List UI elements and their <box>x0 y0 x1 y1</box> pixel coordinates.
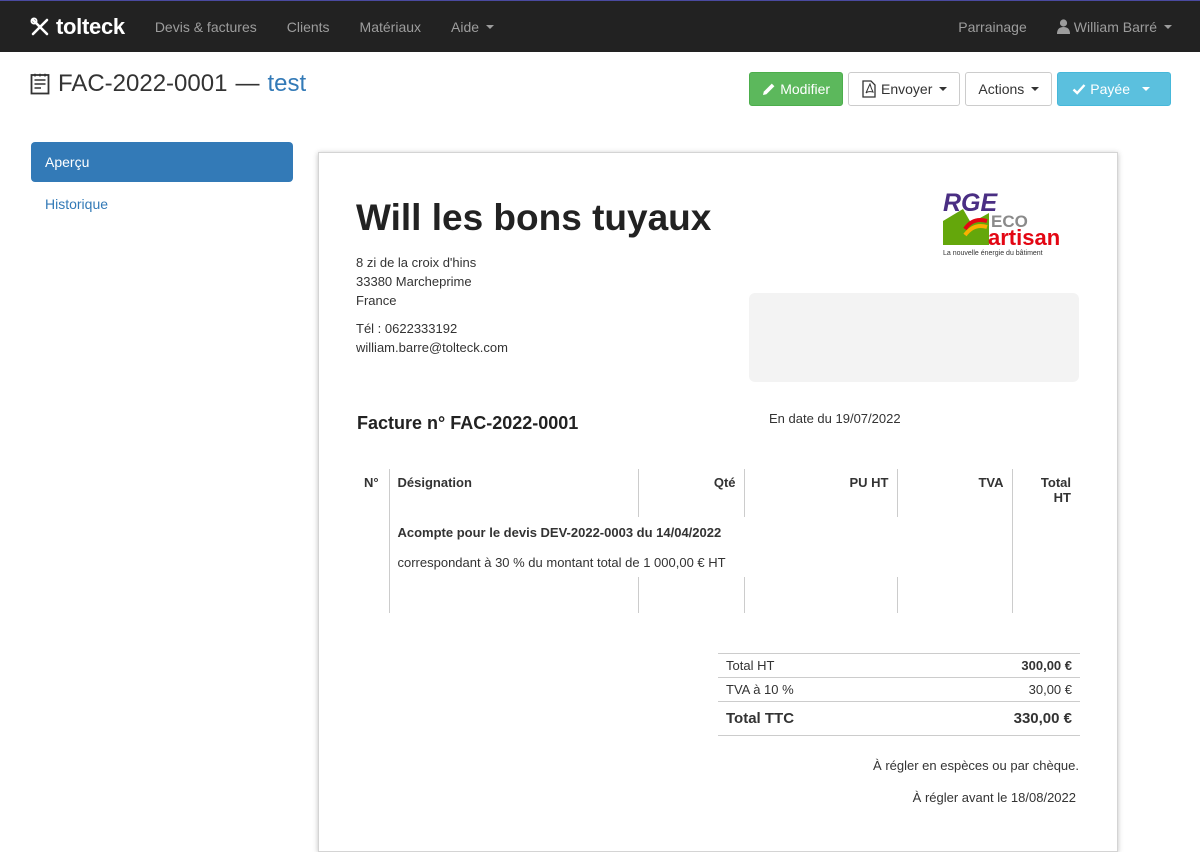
caret-down-icon <box>486 24 495 29</box>
send-button[interactable]: Envoyer <box>848 72 961 106</box>
nav-label: Devis & factures <box>154 18 257 35</box>
table-header-row: N° Désignation Qté PU HT TVA Total HT <box>356 469 1079 517</box>
address-line: 33380 Marcheprime <box>356 274 472 289</box>
col-total-ht: Total HT <box>1011 469 1079 517</box>
user-menu[interactable]: William Barré <box>1056 18 1172 35</box>
total-ttc-label: Total TTC <box>718 701 911 736</box>
document-name-link[interactable]: test <box>267 70 306 98</box>
sidebar: Aperçu Historique <box>31 142 293 224</box>
rge-eco-artisan-logo: RGE ECO artisan La nouvelle énergie du b… <box>943 189 1060 257</box>
page-title: FAC-2022-0001 — test <box>30 70 306 98</box>
col-designation: Désignation <box>388 469 638 517</box>
logo-tagline: La nouvelle énergie du bâtiment <box>943 250 1043 257</box>
nav-label: Matériaux <box>359 18 422 35</box>
line-title: Acompte pour le devis DEV-2022-0003 du 1… <box>388 517 1012 547</box>
total-ht-label: Total HT <box>718 653 911 678</box>
caret-down-icon <box>1164 24 1172 29</box>
nav-label: Clients <box>286 18 330 35</box>
brand-logo[interactable]: tolteck <box>30 14 125 40</box>
user-name: William Barré <box>1073 18 1157 35</box>
col-quantity: Qté <box>637 469 744 517</box>
edit-label: Modifier <box>780 81 831 97</box>
sidebar-item-label: Aperçu <box>45 154 90 170</box>
company-phone: Tél : 0622333192 <box>356 321 458 336</box>
actions-label: Actions <box>978 81 1025 97</box>
address-line: France <box>356 293 397 308</box>
paid-status-dropdown[interactable]: Payée <box>1057 72 1171 106</box>
payment-due-date: À régler avant le 18/08/2022 <box>912 790 1076 805</box>
table-row: correspondant à 30 % du montant total de… <box>356 547 1079 577</box>
user-icon <box>1056 19 1070 34</box>
address-line: 8 zi de la croix d'hins <box>356 255 477 270</box>
company-address: 8 zi de la croix d'hins 33380 Marcheprim… <box>356 253 476 310</box>
company-email: william.barre@tolteck.com <box>356 340 508 355</box>
caret-down-icon <box>1142 87 1150 91</box>
vat-row: TVA à 10 % 30,00 € <box>718 677 1080 702</box>
brand-name: tolteck <box>56 13 125 39</box>
totals-table: Total HT 300,00 € TVA à 10 % 30,00 € Tot… <box>718 653 1080 736</box>
company-name: Will les bons tuyaux <box>356 197 712 238</box>
invoice-date: En date du 19/07/2022 <box>769 411 901 426</box>
invoice-icon <box>30 73 50 95</box>
line-description: correspondant à 30 % du montant total de… <box>388 547 1012 577</box>
nav-label: Aide <box>451 18 480 35</box>
status-label: Payée <box>1090 81 1130 97</box>
invoice-title: Facture n° FAC-2022-0001 <box>357 413 579 433</box>
nav-materials[interactable]: Matériaux <box>360 19 421 35</box>
edit-button[interactable]: Modifier <box>749 72 844 106</box>
send-label: Envoyer <box>881 81 933 97</box>
table-row: Acompte pour le devis DEV-2022-0003 du 1… <box>356 517 1079 547</box>
nav-help-dropdown[interactable]: Aide <box>451 18 495 35</box>
check-icon <box>1072 84 1086 95</box>
caret-down-icon <box>1031 87 1040 91</box>
nav-clients[interactable]: Clients <box>287 19 330 35</box>
sidebar-item-history[interactable]: Historique <box>31 184 293 224</box>
total-ht-row: Total HT 300,00 € <box>718 653 1080 678</box>
document-number: FAC-2022-0001 <box>58 70 228 97</box>
vat-label: TVA à 10 % <box>718 677 911 702</box>
tools-icon <box>30 17 49 35</box>
company-contact: Tél : 0622333192 william.barre@tolteck.c… <box>356 319 508 357</box>
nav-sponsorship[interactable]: Parrainage <box>958 19 1027 35</box>
action-toolbar: Modifier Envoyer Actions Payée <box>744 72 1171 106</box>
title-separator: — <box>235 70 260 97</box>
col-number: N° <box>364 475 379 490</box>
client-address-box <box>749 293 1079 382</box>
payment-method: À régler en espèces ou par chèque. <box>873 758 1079 773</box>
actions-dropdown[interactable]: Actions <box>965 72 1053 106</box>
top-navbar: tolteck Devis & factures Clients Matéria… <box>0 0 1200 52</box>
nav-label: Parrainage <box>958 18 1027 35</box>
col-vat: TVA <box>896 469 1012 517</box>
sidebar-item-preview[interactable]: Aperçu <box>31 142 293 182</box>
pencil-icon <box>763 83 775 95</box>
table-row <box>356 577 1079 613</box>
invoice-lines-table: N° Désignation Qté PU HT TVA Total HT Ac… <box>356 469 1079 613</box>
pdf-icon <box>862 80 876 98</box>
total-ttc-row: Total TTC 330,00 € <box>718 701 1080 736</box>
total-ttc-value: 330,00 € <box>910 701 1080 736</box>
sidebar-item-label: Historique <box>45 196 109 212</box>
col-unit-price: PU HT <box>743 469 897 517</box>
logo-artisan-text: artisan <box>988 225 1060 250</box>
vat-value: 30,00 € <box>910 677 1080 702</box>
nav-quotes-invoices[interactable]: Devis & factures <box>155 19 257 35</box>
caret-down-icon <box>939 87 948 91</box>
invoice-preview: Will les bons tuyaux RGE ECO artisan La … <box>318 152 1118 852</box>
total-ht-value: 300,00 € <box>910 653 1080 678</box>
